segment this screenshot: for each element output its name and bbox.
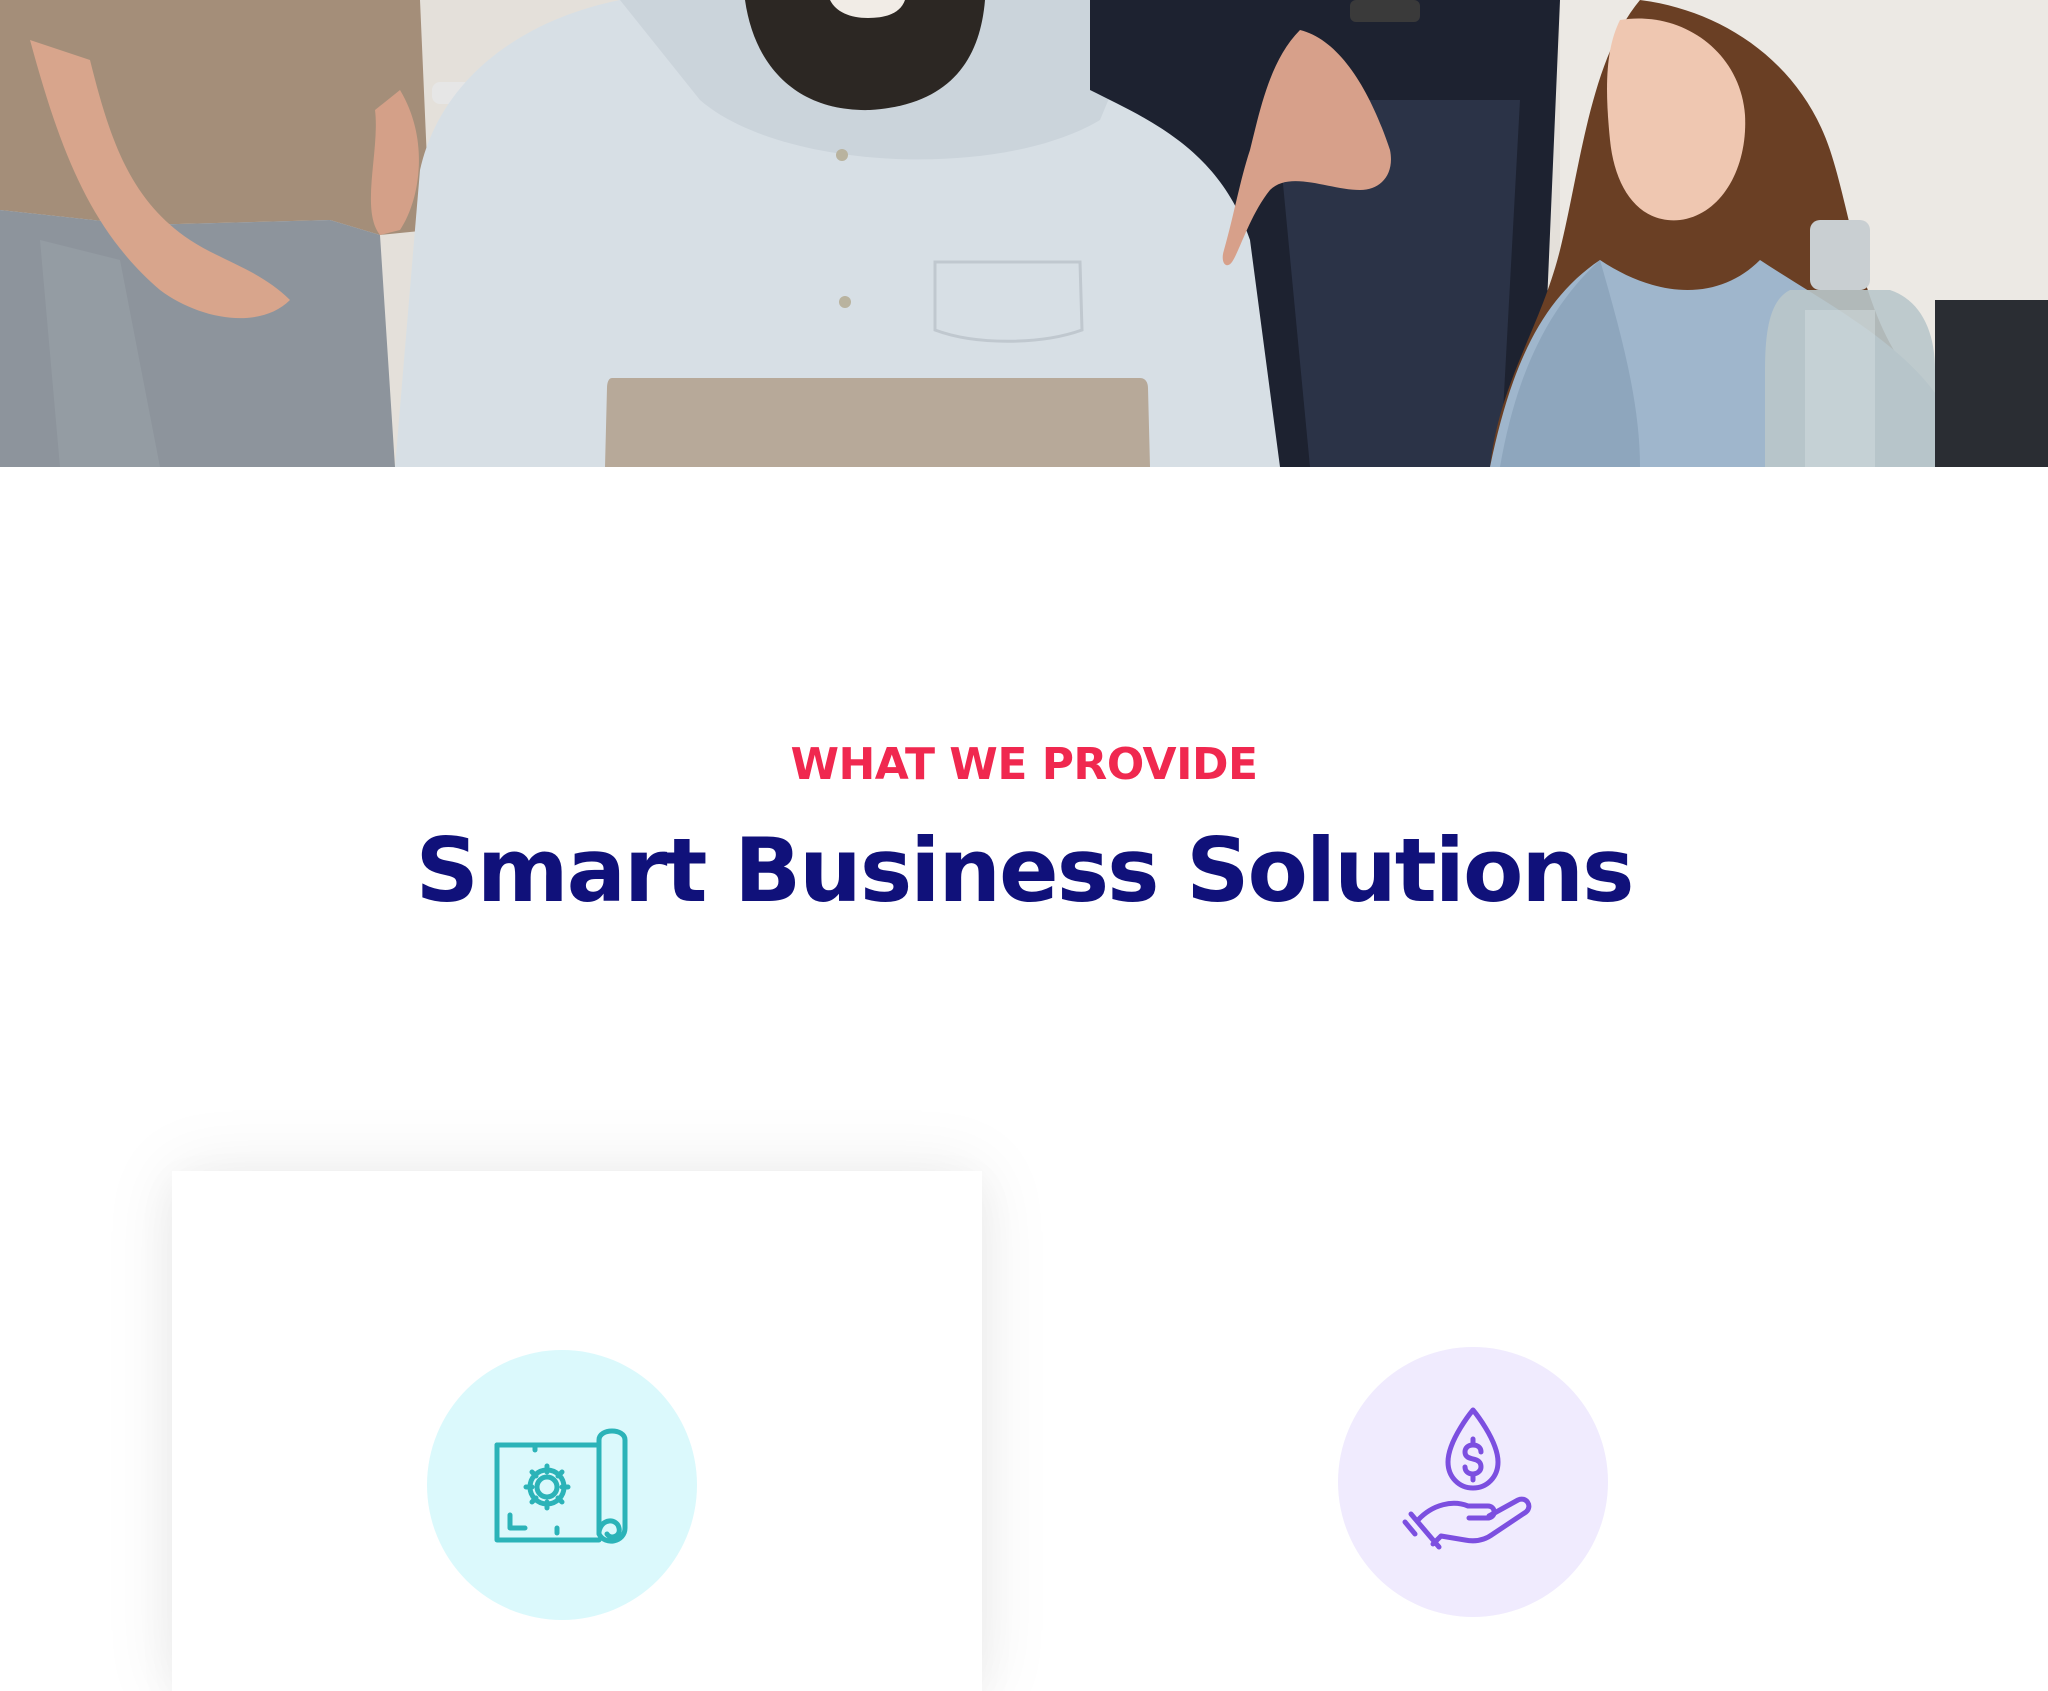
service-icon-circle [427,1350,697,1620]
team-meeting-photo [0,0,2048,467]
section-eyebrow: WHAT WE PROVIDE [790,739,1258,790]
hand-money-drop-icon [1402,1407,1532,1550]
service-icon-circle [1338,1347,1608,1617]
hero-photo [0,0,2048,467]
section-title: Smart Business Solutions [415,819,1635,922]
section-header: WHAT WE PROVIDE Smart Business Solutions [0,730,2048,930]
blueprint-gear-icon [494,1428,628,1544]
